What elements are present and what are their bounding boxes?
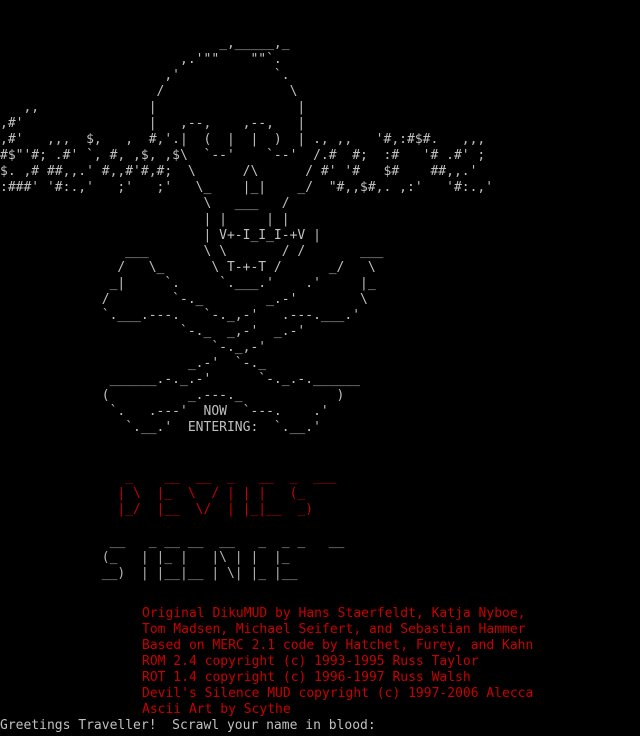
title-art-line: |_/ |__ \/ | |_|__ _) [0,502,314,517]
subtitle-art-line: __) | |__|__ | \| |_ |__ [0,566,298,581]
login-prompt: Greetings Traveller! Scrawl your name in… [0,718,504,734]
skull-art-line: ,, | | [0,100,306,115]
skull-art-line: :###' '#:.,' ;' ;' \_ |_| _/ "#,,$#,. ,:… [0,180,494,195]
skull-art-line: ,#' ,,, $, , #,'.| ( | | ) | ., ,, '#,:#… [0,132,486,147]
skull-art-line: `-._,-' [0,340,267,355]
skull-art-line: / `-._ _.-' \ [0,292,368,307]
skull-art-line: ______.-._.-' `-._.-.______ [0,372,361,387]
title-art-line: | \ |_ \ / | | | (_ [0,486,314,501]
login-prompt-text: Greetings Traveller! Scrawl your name in… [0,718,384,733]
credit-line: Based on MERC 2.1 code by Hatchet, Furey… [142,638,534,653]
skull-art-line: | | | | [0,212,290,227]
credit-line: Ascii Art by Scythe [142,702,291,717]
skull-art-line: ___ \ \ / / ___ [0,244,384,259]
skull-art-line: _| `. `.___.' .' |_ [0,276,376,291]
skull-art-line: ,' `. [0,68,290,83]
skull-art-line: `-._ _,-' _.-' [0,324,306,339]
title-art-line: _ __ __ _ __ _ ___ [0,470,337,485]
name-input[interactable] [383,718,504,732]
skull-art-line: $. ,# ##,,.' #,,#'#,#; \ /\ / #' '# $# #… [0,164,478,179]
skull-art-line: ,.'"" ""`. [0,52,282,67]
skull-art-line: / \ [0,84,298,99]
subtitle-art-line: (_ | |_ | |\ | | |_ [0,550,290,565]
credit-line: Tom Madsen, Michael Seifert, and Sebasti… [142,622,526,637]
skull-art-line: `.__.' ENTERING: `.__.' [0,420,321,435]
skull-art-line: | V+-I_I_I-+V | [0,228,321,243]
subtitle-art-line: __ _ __ __ __ _ _ _ __ [0,534,345,549]
skull-art-line: ,#' | ,--, ,--, | [0,116,306,131]
terminal-screen: _,_____,_ ,.'"" ""`. ,' `. / \ ,, | | ,#'… [0,0,640,736]
skull-art-line: / \_ \ T-+-T / _/ \ [0,260,376,275]
credit-line: ROT 1.4 copyright (c) 1996-1997 Russ Wal… [142,670,471,685]
skull-art-line: \ ___ / [0,196,290,211]
skull-art-line: `. .---' NOW `---. .' [0,404,329,419]
skull-art-line: _.-' `-._ [0,356,267,371]
credit-line: Devil's Silence MUD copyright (c) 1997-2… [142,686,534,701]
skull-art-line: ( _.---._ ) [0,388,345,403]
credit-line: ROM 2.4 copyright (c) 1993-1995 Russ Tay… [142,654,479,669]
skull-art-line: `.___.---. `-._,-' .---.___.' [0,308,361,323]
credit-line: Original DikuMUD by Hans Staerfeldt, Kat… [142,606,526,621]
skull-art-line: _,_____,_ [0,36,290,51]
skull-art-line: #$"'#; .#' `, #, ,$, ,$\ `--' `--' /.# #… [0,148,486,163]
